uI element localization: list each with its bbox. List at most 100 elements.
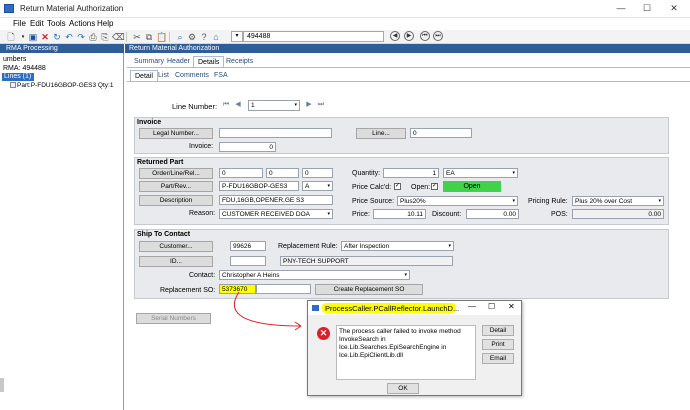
pricing-rule-select[interactable]: Plus 20% over Cost ▾ bbox=[572, 196, 664, 206]
part-rev-button[interactable]: Part/Rev... bbox=[139, 181, 213, 192]
line-number-select[interactable]: 1 ▾ bbox=[248, 100, 300, 111]
price-source-select[interactable]: Plus20% ▾ bbox=[397, 196, 518, 206]
go-back-icon[interactable]: ◀ bbox=[390, 31, 400, 41]
maximize-button[interactable]: ☐ bbox=[634, 2, 660, 15]
help-icon[interactable]: ? bbox=[199, 32, 209, 42]
undo-icon[interactable]: ↶ bbox=[64, 32, 74, 42]
prev-line-icon[interactable]: ◀ bbox=[233, 100, 243, 110]
attach-icon[interactable]: ⎘ bbox=[100, 32, 110, 42]
description-field[interactable]: FDU,16GB,OPENER,GE S3 bbox=[219, 195, 333, 205]
chevron-down-icon: ▾ bbox=[327, 211, 330, 217]
price-field[interactable]: 10.11 bbox=[373, 209, 426, 219]
paste-icon[interactable]: 📋 bbox=[156, 32, 167, 42]
dialog-close-button[interactable]: ✕ bbox=[508, 302, 515, 311]
price-calcd-label: Price Calc'd: bbox=[352, 184, 392, 191]
close-window-button[interactable]: ✕ bbox=[661, 2, 687, 15]
tree-item-lines[interactable]: Lines (1) bbox=[2, 73, 34, 81]
refresh-icon[interactable]: ↻ bbox=[52, 32, 62, 42]
uom-select[interactable]: EA ▾ bbox=[443, 168, 518, 178]
first-record-icon[interactable]: ⏮ bbox=[420, 31, 430, 41]
customer-field[interactable]: 99626 bbox=[230, 241, 266, 251]
price-calcd-checkbox[interactable]: ✓ bbox=[394, 183, 401, 190]
tab-comments[interactable]: Comments bbox=[171, 70, 213, 81]
tab-receipts[interactable]: Receipts bbox=[222, 56, 257, 67]
new-icon[interactable]: 🗋 bbox=[6, 32, 16, 42]
record-input[interactable]: 494488 bbox=[243, 31, 384, 42]
contact-select[interactable]: Christopher A Heins ▾ bbox=[219, 270, 410, 280]
line-button[interactable]: Line... bbox=[356, 128, 406, 139]
order-rel-field[interactable]: 0 bbox=[302, 168, 333, 178]
menu-edit[interactable]: Edit bbox=[30, 19, 44, 28]
redo-icon[interactable]: ↷ bbox=[76, 32, 86, 42]
tab-details[interactable]: Details bbox=[193, 56, 225, 67]
menu-tools[interactable]: Tools bbox=[47, 19, 66, 28]
replacement-rule-label: Replacement Rule: bbox=[278, 243, 338, 250]
dialog-maximize-button[interactable]: ☐ bbox=[488, 302, 495, 311]
minimize-button[interactable]: — bbox=[608, 2, 634, 15]
dialog-ok-button[interactable]: OK bbox=[387, 383, 419, 394]
tree-scrollbar[interactable] bbox=[0, 378, 4, 392]
copy-icon[interactable]: ⧉ bbox=[144, 32, 154, 42]
window-titlebar: Return Material Authorization — ☐ ✕ bbox=[0, 0, 690, 18]
tree-item-rma[interactable]: RMA: 494488 bbox=[3, 65, 46, 72]
delete-icon[interactable]: ✕ bbox=[40, 32, 50, 42]
open-checkbox[interactable]: ✓ bbox=[431, 183, 438, 190]
quantity-field[interactable]: 1 bbox=[383, 168, 439, 178]
clear-icon[interactable]: ⌫ bbox=[112, 32, 125, 42]
dialog-detail-button[interactable]: Detail bbox=[482, 325, 514, 336]
order-field[interactable]: 0 bbox=[219, 168, 263, 178]
create-replacement-so-button[interactable]: Create Replacement SO bbox=[315, 284, 423, 295]
last-record-icon[interactable]: ⏭ bbox=[433, 31, 443, 41]
revision-select[interactable]: A ▾ bbox=[302, 181, 333, 191]
form-header: Return Material Authorization bbox=[125, 44, 690, 53]
dialog-message-line: Ice.Lib.Searches.EpiSearchEngine in bbox=[339, 344, 447, 351]
id-button[interactable]: ID... bbox=[139, 256, 213, 267]
chevron-down-icon: ▾ bbox=[294, 102, 297, 108]
tree-item-numbers[interactable]: umbers bbox=[3, 56, 26, 63]
record-dropdown[interactable]: ▾ bbox=[231, 31, 243, 42]
menu-help[interactable]: Help bbox=[97, 19, 113, 28]
invoice-field[interactable]: 0 bbox=[219, 142, 276, 152]
legal-number-button[interactable]: Legal Number... bbox=[139, 128, 213, 139]
part-field[interactable]: P-FDU16GBOP-GES3 bbox=[219, 181, 299, 191]
go-forward-icon[interactable]: ▶ bbox=[404, 31, 414, 41]
last-line-icon[interactable]: ⏭ bbox=[316, 100, 326, 110]
description-button[interactable]: Description bbox=[139, 195, 213, 206]
menu-actions[interactable]: Actions bbox=[69, 19, 95, 28]
pricing-rule-value: Plus 20% over Cost bbox=[575, 198, 633, 205]
chevron-down-icon: ▾ bbox=[512, 170, 515, 176]
line-field[interactable]: 0 bbox=[410, 128, 472, 138]
first-line-icon[interactable]: ⏮ bbox=[221, 100, 231, 110]
dialog-print-button[interactable]: Print bbox=[482, 339, 514, 350]
new-dropdown-icon[interactable]: ▾ bbox=[18, 32, 28, 42]
dialog-email-button[interactable]: Email bbox=[482, 353, 514, 364]
order-line-field[interactable]: 0 bbox=[266, 168, 299, 178]
id-field[interactable] bbox=[230, 256, 266, 266]
home-icon[interactable]: ⌂ bbox=[211, 32, 221, 42]
replacement-rule-select[interactable]: After Inspection ▾ bbox=[341, 241, 454, 251]
customer-button[interactable]: Customer... bbox=[139, 241, 213, 252]
dialog-minimize-button[interactable]: — bbox=[468, 302, 476, 311]
tab-fsa[interactable]: FSA bbox=[210, 70, 232, 81]
next-line-icon[interactable]: ▶ bbox=[304, 100, 314, 110]
chevron-down-icon: ▾ bbox=[404, 272, 407, 278]
price-source-label: Price Source: bbox=[352, 198, 395, 205]
legal-number-field[interactable] bbox=[219, 128, 332, 138]
tab-header[interactable]: Header bbox=[163, 56, 194, 67]
pricing-rule-label: Pricing Rule: bbox=[528, 198, 568, 205]
save-icon[interactable]: ▣ bbox=[28, 32, 38, 42]
main-tabs: Summary Header Details Receipts bbox=[130, 56, 690, 67]
discount-field[interactable]: 0.00 bbox=[466, 209, 519, 219]
search-icon[interactable]: ⌕ bbox=[175, 32, 185, 42]
serial-numbers-button[interactable]: Serial Numbers bbox=[136, 313, 211, 324]
cut-icon[interactable]: ✂ bbox=[132, 32, 142, 42]
order-line-rel-button[interactable]: Order/Line/Rel... bbox=[139, 168, 213, 179]
properties-icon[interactable]: ⚙ bbox=[187, 32, 197, 42]
invoice-label: Invoice: bbox=[189, 143, 214, 150]
tab-divider bbox=[127, 67, 690, 68]
reason-select[interactable]: CUSTOMER RECEIVED DOA ▾ bbox=[219, 209, 333, 219]
menu-file[interactable]: File bbox=[13, 19, 26, 28]
print-icon[interactable]: ⎙ bbox=[88, 32, 98, 42]
tree-item-part[interactable]: Part:P-FDU16GBOP-GES3 Qty:1 bbox=[17, 82, 125, 89]
open-label: Open: bbox=[411, 184, 431, 191]
